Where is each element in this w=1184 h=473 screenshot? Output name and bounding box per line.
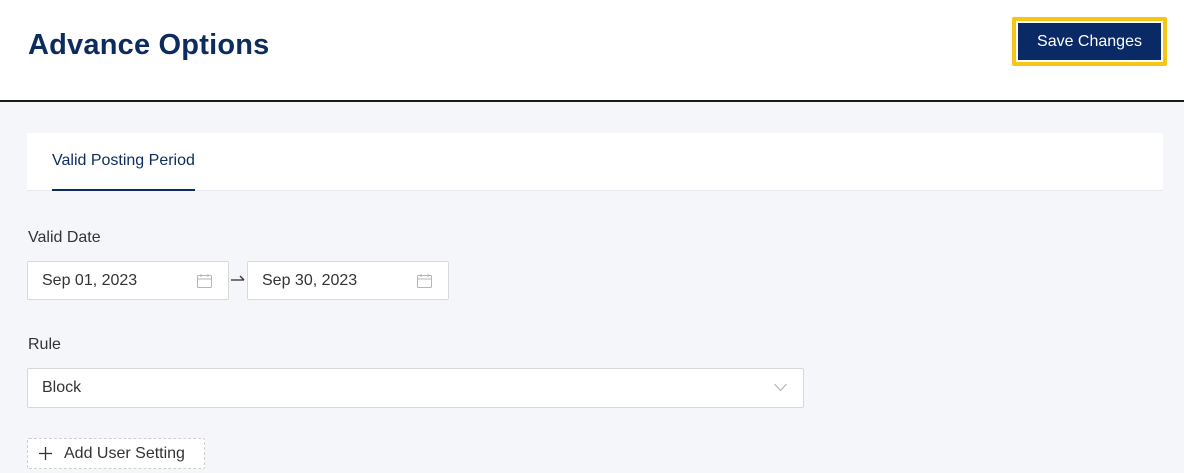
plus-icon <box>39 447 52 460</box>
tab-bar: Valid Posting Period <box>27 133 1163 191</box>
add-user-setting-label: Add User Setting <box>64 444 185 462</box>
tab-valid-posting-period[interactable]: Valid Posting Period <box>52 133 195 191</box>
rule-selected-value: Block <box>42 379 82 396</box>
chevron-down-icon <box>774 383 787 392</box>
calendar-icon[interactable] <box>417 274 432 288</box>
add-user-setting-button[interactable]: Add User Setting <box>27 438 205 469</box>
page-title: Advance Options <box>28 29 270 61</box>
valid-date-label: Valid Date <box>28 229 101 246</box>
calendar-icon[interactable] <box>197 274 212 288</box>
start-date-input[interactable]: Sep 01, 2023 <box>27 261 229 300</box>
rule-select[interactable]: Block <box>27 368 804 408</box>
save-changes-button[interactable]: Save Changes <box>1018 23 1161 60</box>
range-arrow-icon <box>231 275 245 281</box>
page-header: Advance Options Save Changes <box>0 0 1184 102</box>
rule-label: Rule <box>28 336 61 353</box>
end-date-input[interactable]: Sep 30, 2023 <box>247 261 449 300</box>
